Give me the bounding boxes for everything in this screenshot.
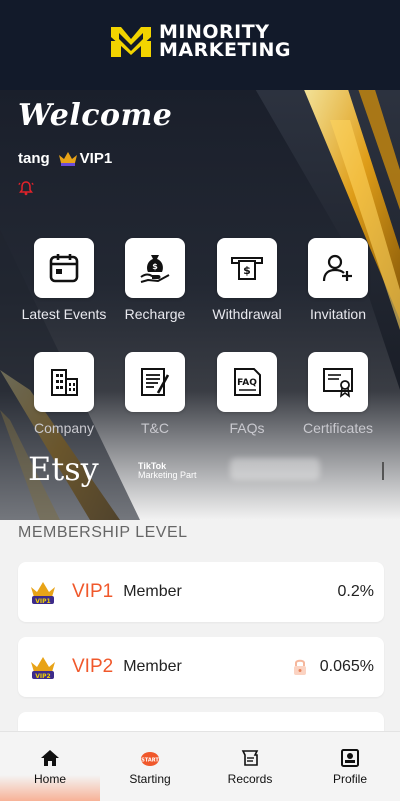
- action-label: FAQs: [229, 420, 265, 436]
- starting-icon: START: [141, 752, 159, 766]
- vip-name: VIP2: [72, 656, 114, 677]
- vip-badge[interactable]: VIP1: [58, 150, 113, 167]
- vip-role: Member: [123, 583, 182, 600]
- username: tang: [18, 150, 50, 167]
- records-icon: [241, 750, 259, 766]
- crown-icon: [58, 151, 77, 166]
- membership-title: MEMBERSHIP LEVEL: [18, 524, 188, 541]
- action-company[interactable]: Company: [18, 352, 110, 436]
- nav-label: Home: [33, 772, 66, 786]
- nav-records[interactable]: Records: [200, 732, 300, 801]
- welcome-title: Welcome: [18, 98, 173, 133]
- vip-crown-badge-icon: VIP1: [31, 582, 55, 605]
- membership-card-vip2[interactable]: VIP2 VIP2 Member 0.065%: [18, 637, 384, 697]
- action-label: Company: [34, 420, 94, 436]
- action-withdrawal[interactable]: $ Withdrawal: [201, 238, 293, 322]
- action-label: Certificates: [302, 420, 374, 436]
- svg-text:$: $: [152, 262, 158, 271]
- app-root: MINORITY MARKETING Welcome tang VIP1 Lat…: [0, 0, 400, 801]
- commission-rate: 0.065%: [319, 658, 374, 675]
- tile[interactable]: $: [217, 238, 277, 298]
- blurred-partner-logo: [230, 458, 320, 480]
- svg-text:START: START: [141, 758, 159, 764]
- header: MINORITY MARKETING: [0, 0, 400, 90]
- svg-text:VIP1: VIP1: [35, 598, 50, 605]
- logo-mark-icon: [111, 27, 151, 57]
- tile[interactable]: [125, 352, 185, 412]
- action-recharge[interactable]: $ Recharge: [109, 238, 201, 322]
- vip-role: Member: [123, 658, 182, 675]
- bell-icon[interactable]: [18, 180, 34, 196]
- nav-profile[interactable]: Profile: [300, 732, 400, 801]
- action-terms[interactable]: T&C: [109, 352, 201, 436]
- tile[interactable]: FAQ: [217, 352, 277, 412]
- home-icon: [41, 750, 59, 766]
- nav-label: Starting: [129, 772, 171, 786]
- svg-text:$: $: [243, 264, 251, 277]
- nav-home[interactable]: Home: [0, 732, 100, 801]
- action-label: Latest Events: [21, 306, 107, 322]
- buildings-icon: [51, 369, 78, 396]
- faq-document-icon: FAQ: [234, 368, 261, 396]
- membership-card-vip1[interactable]: VIP1 VIP1 Member 0.2%: [18, 562, 384, 622]
- etsy-logo[interactable]: Etsy: [28, 450, 99, 488]
- action-label: Withdrawal: [212, 306, 282, 322]
- add-user-icon: [322, 254, 352, 282]
- certificate-icon: [323, 368, 353, 398]
- commission-rate: 0.2%: [337, 583, 374, 600]
- action-certificates[interactable]: Certificates: [292, 352, 384, 436]
- action-label: Recharge: [124, 306, 186, 322]
- svg-text:FAQ: FAQ: [237, 378, 257, 388]
- user-info: tang VIP1: [18, 150, 112, 167]
- brand-line2: MARKETING: [159, 39, 291, 61]
- vip-name: VIP1: [72, 581, 114, 602]
- action-latest-events[interactable]: Latest Events: [18, 238, 110, 322]
- cash-withdrawal-icon: $: [231, 257, 263, 280]
- tile[interactable]: $: [125, 238, 185, 298]
- tile[interactable]: [34, 238, 94, 298]
- partner-logos: Etsy TikTok Marketing Part: [0, 448, 400, 494]
- profile-icon: [341, 749, 359, 767]
- carousel-divider: [382, 462, 384, 480]
- contract-pen-icon: [141, 368, 170, 396]
- calendar-icon: [49, 254, 79, 283]
- action-label: T&C: [141, 420, 169, 436]
- nav-starting[interactable]: START Starting: [100, 732, 200, 801]
- tile[interactable]: [308, 352, 368, 412]
- action-invitation[interactable]: Invitation: [292, 238, 384, 322]
- tile[interactable]: [308, 238, 368, 298]
- brand-name: MINORITY MARKETING: [159, 23, 291, 61]
- vip-level-text: VIP1: [79, 150, 113, 167]
- tiktok-marketing-logo[interactable]: TikTok Marketing Part: [138, 462, 197, 480]
- brand-logo[interactable]: MINORITY MARKETING: [109, 23, 291, 61]
- lock-icon: [293, 659, 306, 675]
- svg-text:VIP2: VIP2: [35, 673, 50, 680]
- action-faqs[interactable]: FAQ FAQs: [201, 352, 293, 436]
- money-bag-hand-icon: $: [140, 255, 170, 283]
- tile[interactable]: [34, 352, 94, 412]
- action-label: Invitation: [309, 306, 367, 322]
- nav-label: Records: [227, 772, 273, 786]
- nav-label: Profile: [332, 772, 367, 786]
- tiktok-line2: Marketing Part: [138, 470, 197, 480]
- vip-crown-badge-icon: VIP2: [31, 657, 55, 680]
- bottom-nav: Home START Starting Records Profile: [0, 731, 400, 801]
